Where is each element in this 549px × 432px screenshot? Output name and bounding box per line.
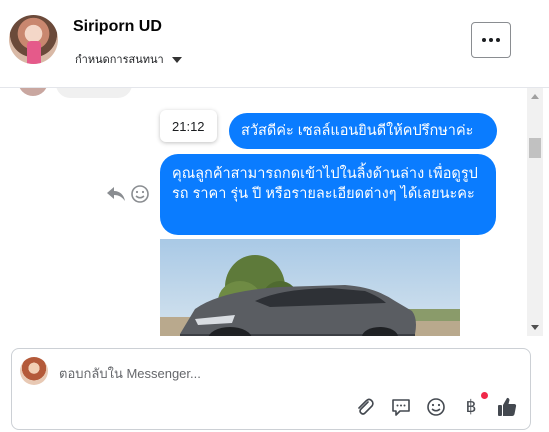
reply-icon[interactable] (106, 185, 126, 203)
baht-icon: ฿ (465, 397, 477, 417)
scroll-thumb[interactable] (529, 138, 541, 158)
attach-file-button[interactable] (354, 396, 376, 418)
saved-replies-button[interactable] (390, 396, 412, 418)
smiley-icon (427, 398, 445, 416)
reply-composer: ฿ (11, 348, 531, 430)
scroll-down-arrow-icon[interactable] (531, 325, 539, 330)
message-bubble[interactable]: คุณลูกค้าสามารถกดเข้าไปในลิ้งด้านล่าง เพ… (160, 154, 496, 235)
notification-dot (481, 392, 488, 399)
contact-name[interactable]: Siriporn UD (73, 18, 162, 36)
message-scrollbar[interactable] (527, 88, 543, 336)
send-like-button[interactable] (496, 396, 518, 418)
assign-conversation-label: กำหนดการสนทนา (75, 54, 164, 66)
scroll-up-arrow-icon[interactable] (531, 94, 539, 99)
emoji-icon[interactable] (130, 184, 150, 204)
dropdown-caret-icon (171, 56, 182, 63)
message-thread[interactable]: สวัสดีค่ะ เซลล์แอนยินดีให้คปรึกษาค่ะ 21:… (0, 88, 527, 336)
chat-bubble-icon (392, 399, 410, 416)
more-options-button[interactable] (471, 22, 511, 58)
more-dots-icon (482, 38, 486, 42)
previous-message-bubble[interactable] (56, 88, 132, 98)
timestamp-tooltip: 21:12 (160, 110, 217, 142)
reply-input[interactable] (59, 363, 499, 383)
page-avatar (20, 357, 48, 385)
contact-avatar[interactable] (9, 15, 58, 64)
assign-conversation-dropdown[interactable]: กำหนดการสนทนา (75, 50, 182, 68)
thumbs-up-icon (498, 397, 517, 416)
payment-button[interactable]: ฿ (460, 396, 482, 418)
previous-sender-avatar (18, 88, 48, 96)
emoji-picker-button[interactable] (425, 396, 447, 418)
conversation-header: Siriporn UD กำหนดการสนทนา (0, 0, 549, 88)
car-photo[interactable] (160, 239, 460, 336)
paperclip-icon (358, 398, 374, 415)
message-bubble[interactable]: สวัสดีค่ะ เซลล์แอนยินดีให้คปรึกษาค่ะ (229, 113, 497, 149)
